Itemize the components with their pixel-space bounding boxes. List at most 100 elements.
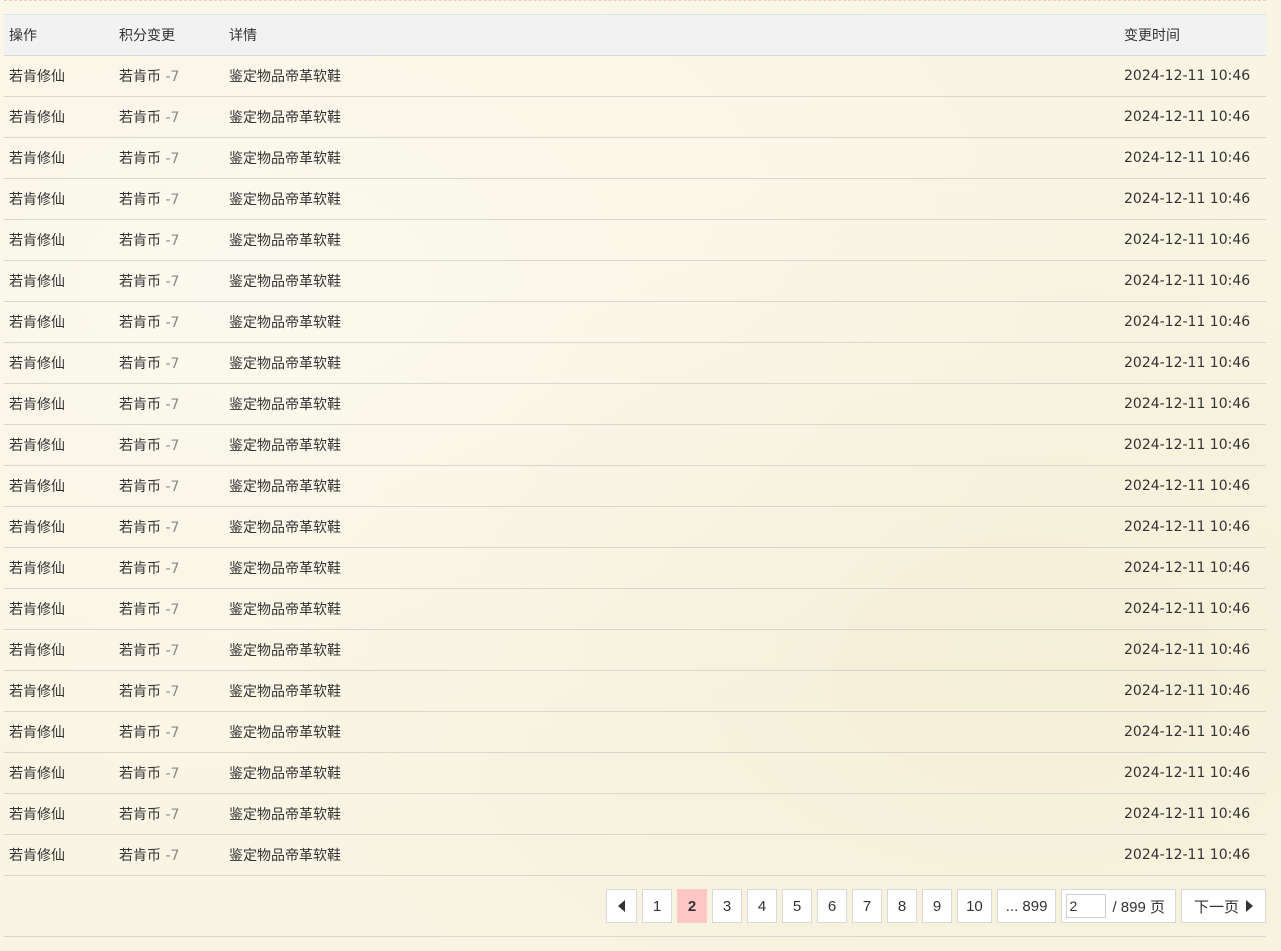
row-credit-change: 若肯币 -7 [114,834,224,876]
row-action: 若肯修仙 [4,711,114,753]
row-credit-change: 若肯币 -7 [114,629,224,671]
pagination: 12345678910 ... 899 / 899 页 下一页 [606,889,1266,923]
row-detail: 鉴定物品帝革软鞋 [224,219,1119,261]
row-detail: 鉴定物品帝革软鞋 [224,342,1119,384]
row-action: 若肯修仙 [4,219,114,261]
row-detail: 鉴定物品帝革软鞋 [224,178,1119,220]
row-delta: -7 [165,356,180,372]
row-action: 若肯修仙 [4,137,114,179]
row-currency: 若肯币 [119,274,161,290]
row-currency: 若肯币 [119,766,161,782]
page-link-6[interactable]: 6 [817,889,848,923]
row-currency: 若肯币 [119,438,161,454]
header-credit-change: 积分变更 [114,14,224,56]
row-credit-change: 若肯币 -7 [114,383,224,425]
row-detail: 鉴定物品帝革软鞋 [224,752,1119,794]
page-link-8[interactable]: 8 [887,889,918,923]
last-page-link[interactable]: ... 899 [996,889,1057,923]
table-row: 若肯修仙 若肯币 -7 鉴定物品帝革软鞋 2024-12-11 10:46 [4,178,1266,220]
row-currency: 若肯币 [119,110,161,126]
table-row: 若肯修仙 若肯币 -7 鉴定物品帝革软鞋 2024-12-11 10:46 [4,752,1266,794]
row-detail: 鉴定物品帝革软鞋 [224,588,1119,630]
row-detail: 鉴定物品帝革软鞋 [224,629,1119,671]
page-link-1[interactable]: 1 [642,889,673,923]
row-credit-change: 若肯币 -7 [114,260,224,302]
row-time: 2024-12-11 10:46 [1119,55,1266,97]
prev-page-button[interactable] [606,889,638,923]
row-detail: 鉴定物品帝革软鞋 [224,711,1119,753]
row-action: 若肯修仙 [4,588,114,630]
table-row: 若肯修仙 若肯币 -7 鉴定物品帝革软鞋 2024-12-11 10:46 [4,137,1266,179]
row-delta: -7 [165,684,180,700]
row-credit-change: 若肯币 -7 [114,670,224,712]
row-time: 2024-12-11 10:46 [1119,752,1266,794]
row-currency: 若肯币 [119,356,161,372]
row-time: 2024-12-11 10:46 [1119,588,1266,630]
row-time: 2024-12-11 10:46 [1119,178,1266,220]
row-action: 若肯修仙 [4,424,114,466]
row-credit-change: 若肯币 -7 [114,506,224,548]
table-row: 若肯修仙 若肯币 -7 鉴定物品帝革软鞋 2024-12-11 10:46 [4,793,1266,835]
row-action: 若肯修仙 [4,752,114,794]
row-time: 2024-12-11 10:46 [1119,342,1266,384]
row-time: 2024-12-11 10:46 [1119,96,1266,138]
row-credit-change: 若肯币 -7 [114,219,224,261]
row-credit-change: 若肯币 -7 [114,465,224,507]
row-currency: 若肯币 [119,151,161,167]
row-credit-change: 若肯币 -7 [114,547,224,589]
table-row: 若肯修仙 若肯币 -7 鉴定物品帝革软鞋 2024-12-11 10:46 [4,547,1266,589]
page-link-current[interactable]: 2 [677,889,708,923]
row-time: 2024-12-11 10:46 [1119,670,1266,712]
page-link-5[interactable]: 5 [782,889,813,923]
table-body: 若肯修仙 若肯币 -7 鉴定物品帝革软鞋 2024-12-11 10:46 若肯修仙 若肯… [4,55,1266,876]
row-time: 2024-12-11 10:46 [1119,793,1266,835]
row-credit-change: 若肯币 -7 [114,793,224,835]
row-delta: -7 [165,110,180,126]
row-credit-change: 若肯币 -7 [114,711,224,753]
row-currency: 若肯币 [119,69,161,85]
page-jump-input[interactable] [1066,894,1107,918]
table-row: 若肯修仙 若肯币 -7 鉴定物品帝革软鞋 2024-12-11 10:46 [4,55,1266,97]
row-time: 2024-12-11 10:46 [1119,137,1266,179]
row-delta: -7 [165,725,180,741]
table-row: 若肯修仙 若肯币 -7 鉴定物品帝革软鞋 2024-12-11 10:46 [4,96,1266,138]
row-detail: 鉴定物品帝革软鞋 [224,793,1119,835]
row-detail: 鉴定物品帝革软鞋 [224,506,1119,548]
row-time: 2024-12-11 10:46 [1119,301,1266,343]
row-action: 若肯修仙 [4,260,114,302]
row-time: 2024-12-11 10:46 [1119,834,1266,876]
page-link-9[interactable]: 9 [922,889,953,923]
row-delta: -7 [165,69,180,85]
row-time: 2024-12-11 10:46 [1119,424,1266,466]
row-time: 2024-12-11 10:46 [1119,547,1266,589]
row-action: 若肯修仙 [4,178,114,220]
table-row: 若肯修仙 若肯币 -7 鉴定物品帝革软鞋 2024-12-11 10:46 [4,301,1266,343]
page-link-7[interactable]: 7 [852,889,883,923]
row-time: 2024-12-11 10:46 [1119,260,1266,302]
row-currency: 若肯币 [119,479,161,495]
row-currency: 若肯币 [119,192,161,208]
row-currency: 若肯币 [119,848,161,864]
row-time: 2024-12-11 10:46 [1119,465,1266,507]
table-row: 若肯修仙 若肯币 -7 鉴定物品帝革软鞋 2024-12-11 10:46 [4,260,1266,302]
row-delta: -7 [165,274,180,290]
next-page-button[interactable]: 下一页 [1180,889,1266,923]
row-currency: 若肯币 [119,520,161,536]
page-link-4[interactable]: 4 [747,889,778,923]
row-currency: 若肯币 [119,684,161,700]
row-currency: 若肯币 [119,397,161,413]
row-currency: 若肯币 [119,643,161,659]
page-links: 1 2 3 4 5 6 7 8 9 10 [642,889,992,923]
row-delta: -7 [165,233,180,249]
bottom-divider [4,936,1266,937]
table-row: 若肯修仙 若肯币 -7 鉴定物品帝革软鞋 2024-12-11 10:46 [4,465,1266,507]
row-credit-change: 若肯币 -7 [114,178,224,220]
row-detail: 鉴定物品帝革软鞋 [224,834,1119,876]
row-delta: -7 [165,643,180,659]
row-detail: 鉴定物品帝革软鞋 [224,424,1119,466]
row-action: 若肯修仙 [4,301,114,343]
page-link-10[interactable]: 10 [957,889,992,923]
row-action: 若肯修仙 [4,342,114,384]
table-row: 若肯修仙 若肯币 -7 鉴定物品帝革软鞋 2024-12-11 10:46 [4,834,1266,876]
page-link-3[interactable]: 3 [712,889,743,923]
